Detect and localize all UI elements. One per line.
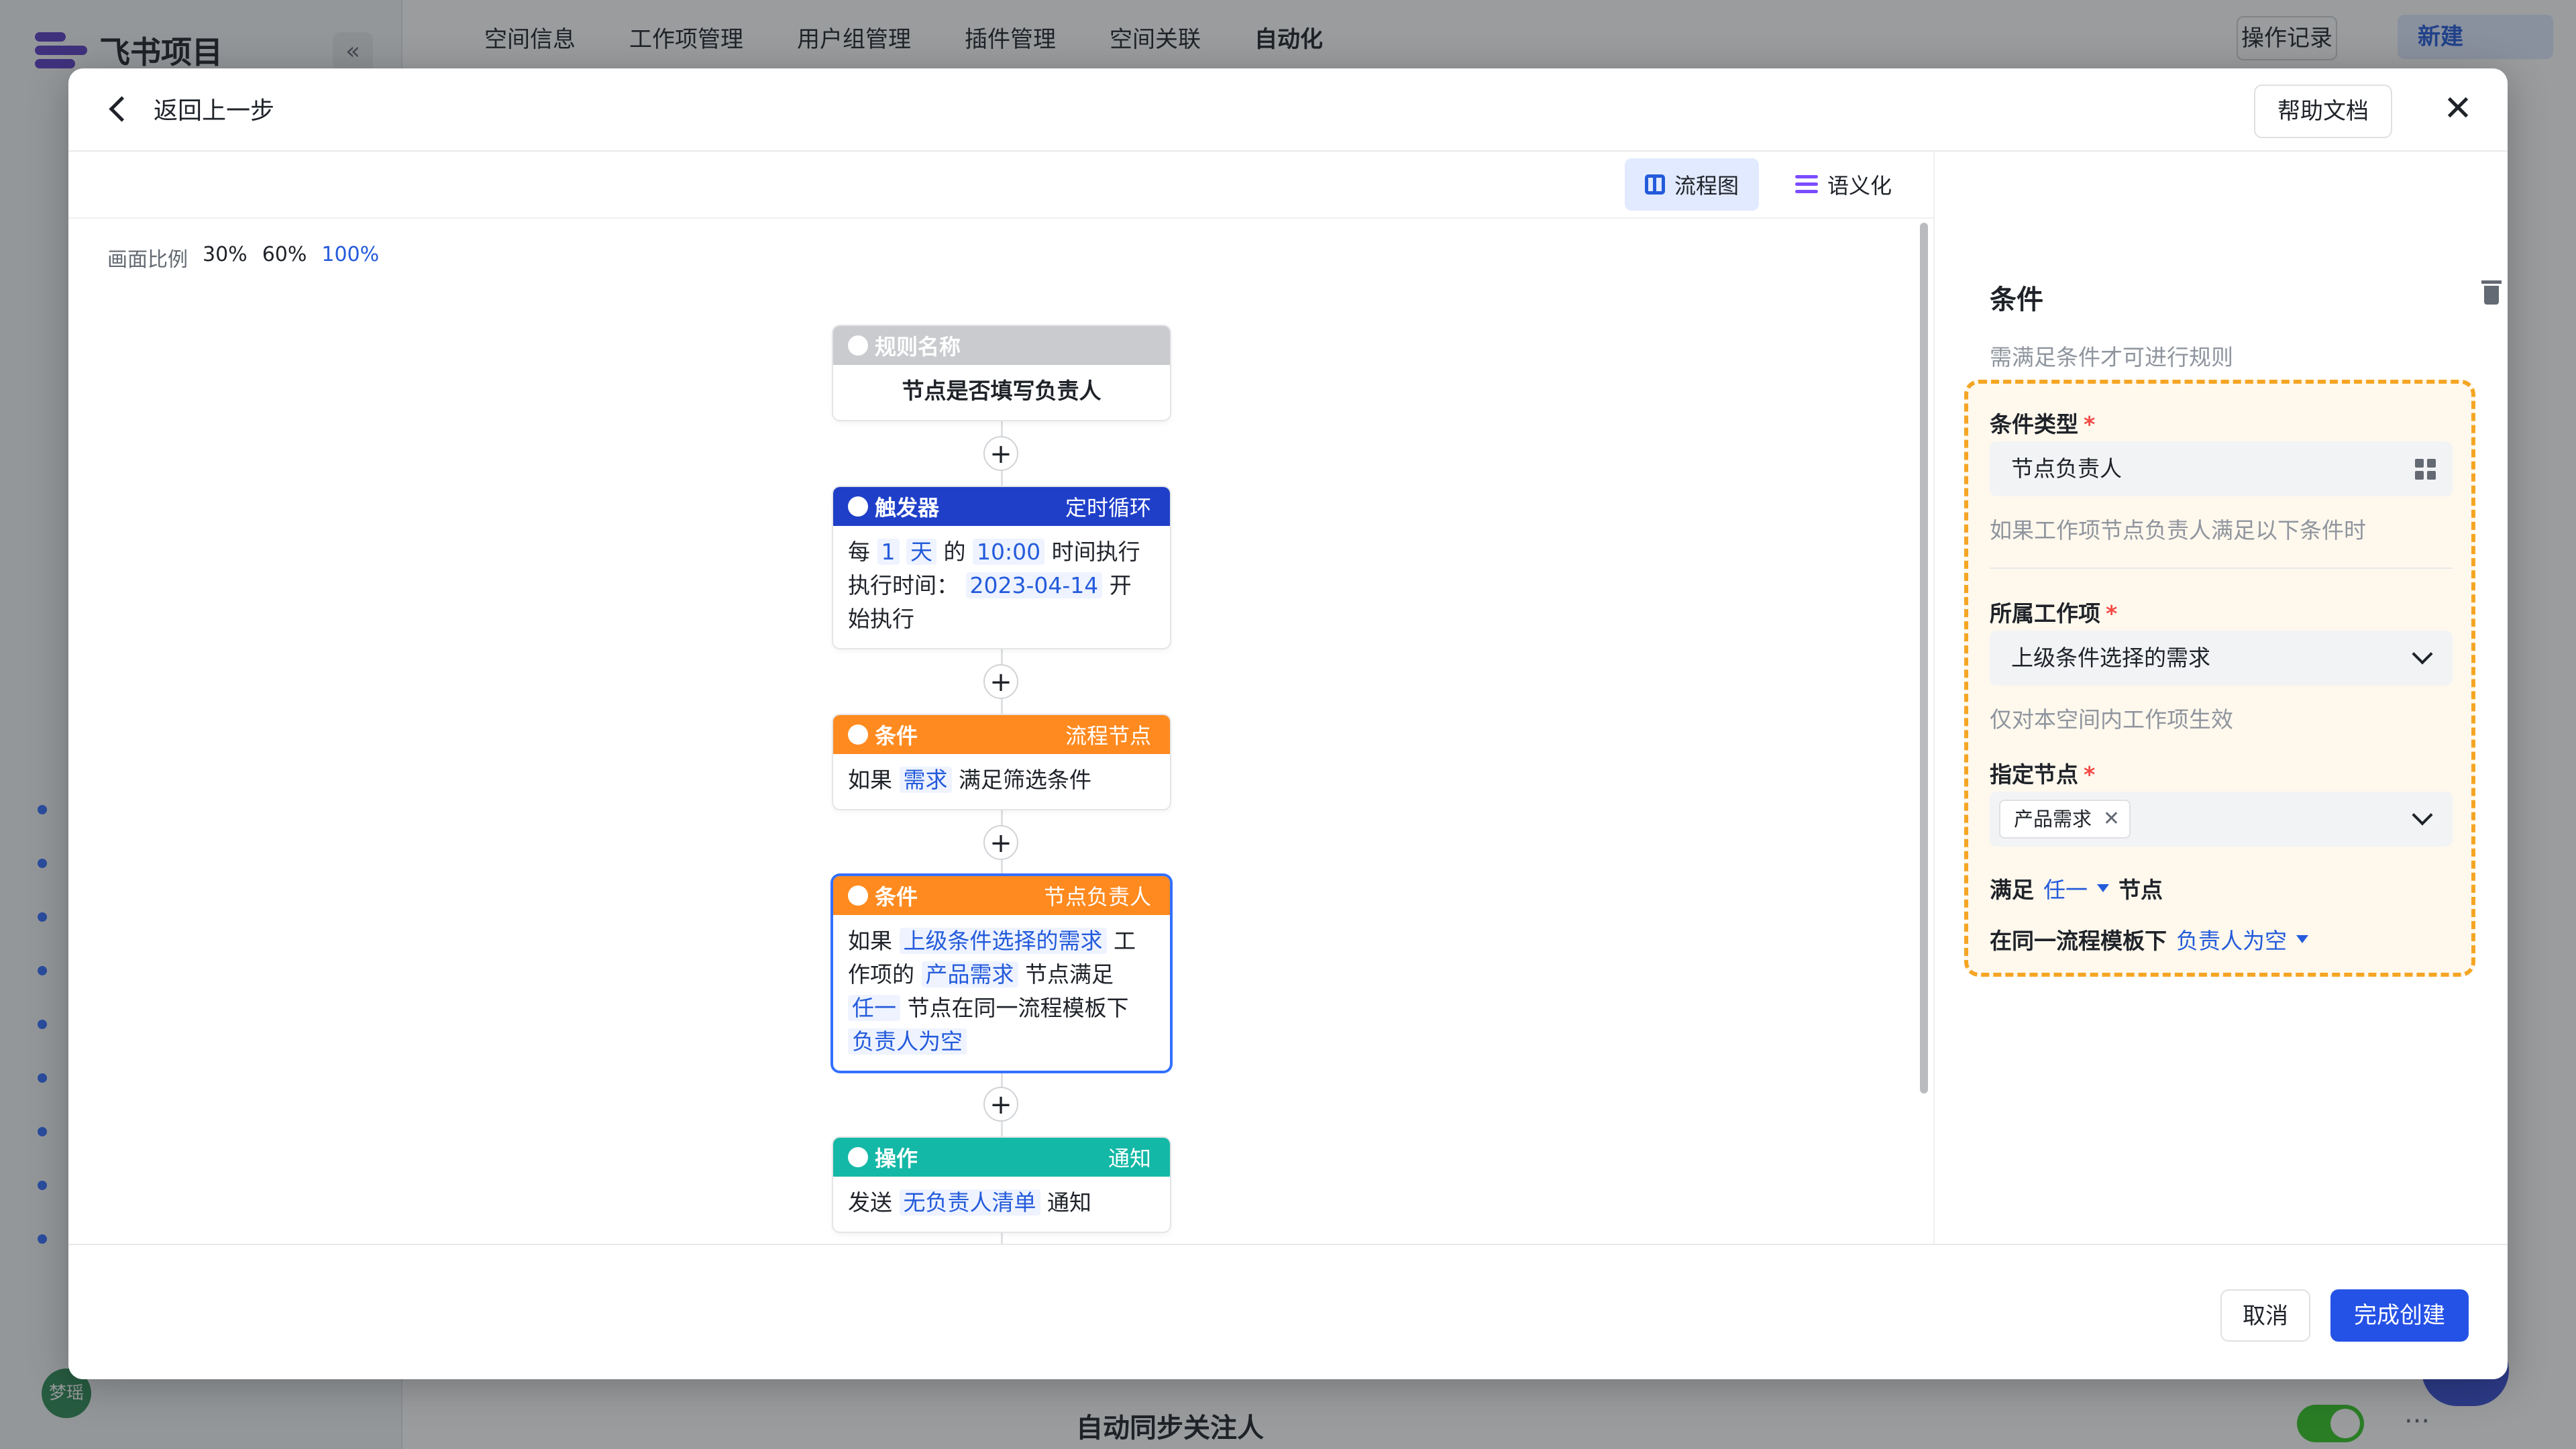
tab-flowchart[interactable]: 流程图 — [1625, 158, 1760, 211]
add-step-button[interactable]: + — [983, 825, 1018, 860]
modal-header: 返回上一步 帮助文档 ✕ — [68, 68, 2508, 152]
condition-description: 如果 上级条件选择的需求 工 作项的 产品需求 节点满足 任一 节点在同一流程模… — [848, 928, 1136, 1055]
filter-icon — [848, 724, 868, 745]
condition-node-flow[interactable]: 条件 流程节点 如果 需求 满足筛选条件 — [833, 715, 1170, 809]
node-type-label: 定时循环 — [1065, 495, 1151, 521]
condition-form: 条件类型 * 节点负责人 如果工作项节点负责人满足以下条件时 所属工作项 * 上级条… — [1964, 380, 2475, 977]
chip-close-icon[interactable]: ✕ — [2103, 801, 2120, 837]
delete-icon[interactable] — [2481, 280, 2502, 305]
panel-title: 条件 — [1990, 284, 2043, 315]
help-docs-button[interactable]: 帮助文档 — [2254, 85, 2392, 138]
modal-footer: 取消 完成创建 — [68, 1244, 2508, 1379]
tab-flowchart-label: 流程图 — [1674, 173, 1739, 199]
node-header: 规则名称 — [833, 326, 1170, 365]
node-header: 操作 通知 — [833, 1138, 1170, 1177]
filter-icon — [848, 885, 868, 906]
node-header: 条件 节点负责人 — [833, 876, 1170, 915]
action-description: 发送 无负责人清单 通知 — [848, 1189, 1091, 1216]
tab-semantic-label: 语义化 — [1827, 173, 1892, 199]
condition-type-hint: 如果工作项节点负责人满足以下条件时 — [1990, 517, 2366, 543]
chevron-down-icon — [2412, 643, 2433, 665]
back-label: 返回上一步 — [154, 97, 275, 125]
rule-title: 节点是否填写负责人 — [902, 378, 1102, 404]
back-button[interactable]: 返回上一步 — [109, 91, 275, 126]
work-item-select[interactable]: 上级条件选择的需求 — [1990, 631, 2453, 686]
node-type-label: 流程节点 — [1065, 723, 1151, 749]
zoom-100[interactable]: 100% — [321, 243, 379, 272]
condition-type-label: 条件类型 * — [1990, 411, 2096, 437]
add-step-button[interactable]: + — [983, 1087, 1018, 1122]
condition-type-value: 节点负责人 — [2011, 455, 2122, 482]
add-step-button[interactable]: + — [983, 436, 1018, 471]
template-rule: 在同一流程模板下 负责人为空 — [1990, 923, 2308, 955]
action-node[interactable]: 操作 通知 发送 无负责人清单 通知 — [833, 1138, 1170, 1232]
close-icon[interactable]: ✕ — [2439, 90, 2477, 127]
node-chip-label: 产品需求 — [2014, 808, 2092, 830]
condition-node-assignee[interactable]: 条件 节点负责人 如果 上级条件选择的需求 工 作项的 产品需求 节点满足 任一… — [833, 876, 1170, 1071]
assignee-state-dropdown[interactable]: 负责人为空 — [2176, 923, 2287, 955]
tab-semantic[interactable]: 语义化 — [1775, 158, 1912, 211]
node-chip: 产品需求 ✕ — [1999, 800, 2131, 839]
panel-description: 需满足条件才可进行规则 — [1990, 344, 2233, 370]
list-icon — [1795, 175, 1818, 194]
condition-description: 如果 需求 满足筛选条件 — [848, 767, 1091, 793]
zoom-30[interactable]: 30% — [203, 243, 248, 272]
satisfy-rule: 满足 任一 节点 — [1990, 872, 2163, 904]
trigger-description: 每 1 天 的 10:00 时间执行 执行时间： 2023-04-14 开 始执… — [848, 539, 1140, 632]
complete-create-button[interactable]: 完成创建 — [2330, 1289, 2469, 1342]
action-icon — [848, 1147, 868, 1167]
caret-down-icon — [2296, 935, 2308, 943]
node-type-label: 节点负责人 — [1043, 884, 1151, 910]
node-header-label: 条件 — [875, 884, 918, 910]
node-header-label: 操作 — [875, 1146, 918, 1171]
zoom-60[interactable]: 60% — [262, 243, 307, 272]
condition-type-select[interactable]: 节点负责人 — [1990, 441, 2453, 496]
play-icon — [848, 335, 868, 356]
canvas-toolbar: 流程图 语义化 — [68, 152, 1933, 219]
rule-name-node[interactable]: 规则名称 节点是否填写负责人 — [833, 326, 1170, 420]
work-item-value: 上级条件选择的需求 — [2011, 645, 2210, 671]
add-step-button[interactable]: + — [983, 664, 1018, 699]
work-item-label: 所属工作项 * — [1990, 600, 2118, 627]
zoom-label: 画面比例 — [107, 248, 188, 272]
automation-rule-modal: 返回上一步 帮助文档 ✕ 流程图 语义化 画面比例 30% 60% 100% +… — [68, 68, 2508, 1379]
condition-settings-panel: 条件 需满足条件才可进行规则 条件类型 * 节点负责人 如果工作项节点负责人满足以… — [1933, 152, 2508, 1312]
chevron-left-icon — [109, 95, 135, 122]
node-header-label: 条件 — [875, 723, 918, 749]
divider — [1990, 568, 2453, 569]
cancel-button[interactable]: 取消 — [2220, 1289, 2310, 1342]
trigger-node[interactable]: 触发器 定时循环 每 1 天 的 10:00 时间执行 执行时间： 2023-0… — [833, 487, 1170, 648]
node-header: 条件 流程节点 — [833, 715, 1170, 754]
node-multiselect[interactable]: 产品需求 ✕ — [1990, 792, 2453, 847]
node-label: 指定节点 * — [1990, 761, 2096, 788]
chevron-down-icon — [2412, 804, 2433, 826]
node-header: 触发器 定时循环 — [833, 487, 1170, 526]
flowchart-icon — [1645, 174, 1665, 195]
node-header-label: 规则名称 — [875, 334, 961, 360]
satisfy-mode-dropdown[interactable]: 任一 — [2043, 872, 2088, 904]
grid-icon — [2415, 459, 2436, 480]
node-header-label: 触发器 — [875, 495, 940, 521]
caret-down-icon — [2097, 884, 2109, 892]
zoom-control: 画面比例 30% 60% 100% — [107, 243, 379, 272]
flow-canvas: 流程图 语义化 画面比例 30% 60% 100% + + + + + — [68, 152, 1933, 1312]
node-type-label: 通知 — [1108, 1146, 1151, 1171]
trigger-icon — [848, 496, 868, 517]
work-item-hint: 仅对本空间内工作项生效 — [1990, 706, 2233, 733]
canvas-scrollbar[interactable] — [1920, 223, 1928, 1093]
